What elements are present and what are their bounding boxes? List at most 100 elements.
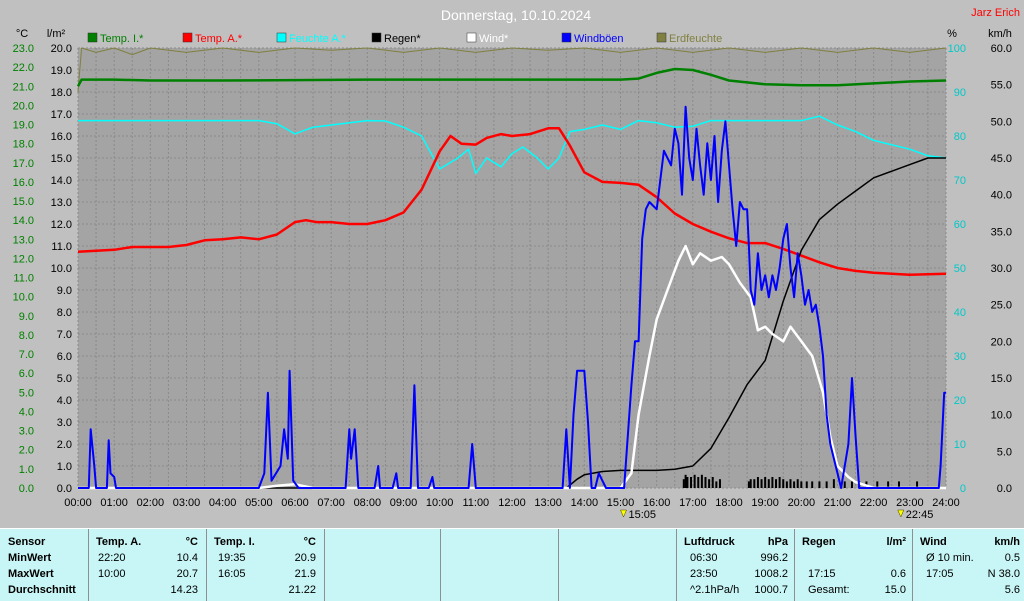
marker-label: 22:45: [906, 509, 934, 521]
legend-label: Feuchte A.*: [289, 33, 347, 45]
rain-bar: [686, 477, 689, 488]
temp-tick-label: 21.0: [13, 81, 34, 93]
chart-title: Donnerstag, 10.10.2024: [441, 7, 591, 23]
legend-swatch: [182, 32, 193, 43]
legend-swatch: [87, 32, 98, 43]
x-tick-label: 10:00: [426, 497, 454, 509]
temp-tick-label: 14.0: [13, 215, 34, 227]
x-tick-label: 05:00: [245, 497, 273, 509]
rain-bar: [690, 477, 693, 488]
x-tick-label: 11:00: [462, 497, 489, 509]
pct-tick-label: 80: [954, 131, 966, 143]
x-tick-label: 15:00: [607, 497, 635, 509]
wind-unit-label: km/h: [988, 28, 1012, 40]
pct-tick-label: 20: [954, 395, 966, 407]
weather-chart: 00:00 01:00 02:00 03:00 04:00 05:00 06:00 07:00…: [0, 0, 1024, 528]
temp_i-header: Temp. I.: [214, 536, 255, 548]
pressure-header: Luftdruck: [684, 536, 735, 548]
legend-swatch: [276, 32, 287, 43]
pct-tick-label: 50: [954, 263, 966, 275]
rain-bar: [764, 477, 767, 488]
temp-tick-label: 3.0: [19, 426, 34, 438]
temp-tick-label: 12.0: [13, 253, 34, 265]
divider: [440, 529, 441, 601]
rain-tick-label: 8.0: [57, 307, 72, 319]
x-tick-label: 13:00: [534, 497, 562, 509]
rain-bar: [711, 477, 714, 488]
rain-bar: [793, 481, 796, 488]
wind-value: 5.6: [1004, 584, 1020, 596]
pressure-value: 1000.7: [754, 584, 788, 596]
temp-tick-label: 20.0: [13, 100, 34, 112]
rain-bar: [747, 481, 750, 488]
wind-unit: km/h: [994, 536, 1020, 548]
divider: [88, 529, 89, 601]
pressure-time: 06:30: [690, 552, 718, 564]
rain-tick-label: 10.0: [51, 263, 72, 275]
x-tick-label: 23:00: [896, 497, 924, 509]
temp_a-value: 14.23: [170, 584, 198, 596]
rain-tick-label: 15.0: [51, 153, 72, 165]
pct-tick-label: 90: [954, 87, 966, 99]
pct-tick-label: 60: [954, 219, 966, 231]
x-tick-label: 09:00: [390, 497, 418, 509]
legend-label: Temp. I.*: [100, 33, 144, 45]
rain-bar: [785, 481, 788, 488]
x-tick-label: 14:00: [571, 497, 599, 509]
wind-time: 17:05: [926, 568, 954, 580]
legend-swatch: [466, 32, 477, 43]
pct-tick-label: 70: [954, 175, 966, 187]
wind-tick-label: 50.0: [991, 116, 1012, 128]
temp_a-unit: °C: [185, 536, 198, 548]
station-name: Jarz Erich: [971, 7, 1020, 19]
rain-tick-label: 12.0: [51, 219, 72, 231]
rain-time: Gesamt:: [808, 584, 850, 596]
pct-tick-label: 40: [954, 307, 966, 319]
rain-tick-label: 4.0: [57, 395, 72, 407]
x-tick-label: 06:00: [281, 497, 309, 509]
rain-bar: [800, 481, 803, 488]
temp-tick-label: 11.0: [13, 273, 34, 285]
rain-bar: [715, 481, 718, 488]
rain-bar: [825, 481, 828, 488]
x-tick-label: 08:00: [354, 497, 382, 509]
wind-value: N 38.0: [987, 568, 1020, 580]
temp-tick-label: 2.0: [19, 445, 34, 457]
legend-swatch: [656, 32, 667, 43]
rain-tick-label: 14.0: [51, 175, 72, 187]
rain-tick-label: 9.0: [57, 285, 72, 297]
rain-bar: [771, 477, 774, 488]
rain-tick-label: 18.0: [51, 87, 72, 99]
x-tick-label: 02:00: [137, 497, 165, 509]
pressure-value: 996.2: [760, 552, 788, 564]
wind-tick-label: 35.0: [991, 226, 1012, 238]
rain-tick-label: 19.0: [51, 65, 72, 77]
rain-bar: [753, 479, 756, 488]
rain-unit-label: l/m²: [47, 28, 66, 40]
rain-tick-label: 20.0: [51, 43, 72, 55]
temp-unit-label: °C: [16, 28, 28, 40]
wind-tick-label: 45.0: [991, 153, 1012, 165]
temp-tick-label: 5.0: [19, 387, 34, 399]
temp_a-time: 22:20: [98, 552, 126, 564]
wind-tick-label: 15.0: [991, 373, 1012, 385]
temp_a-value: 20.7: [176, 568, 198, 580]
rain-unit: l/m²: [886, 536, 906, 548]
rain-bar: [760, 479, 763, 488]
legend-swatch: [371, 32, 382, 43]
x-tick-label: 01:00: [100, 497, 128, 509]
rain-bar: [697, 477, 700, 488]
rain-header: Regen: [802, 536, 836, 548]
rain-tick-label: 2.0: [57, 439, 72, 451]
rain-bar: [756, 477, 759, 488]
temp_i-value: 21.22: [288, 584, 316, 596]
wind-time: Ø 10 min.: [926, 552, 974, 564]
wind-tick-label: 20.0: [991, 336, 1012, 348]
legend-label: Wind*: [479, 33, 509, 45]
legend-swatch: [561, 32, 572, 43]
temp-tick-label: 9.0: [19, 311, 34, 323]
rain-bar: [782, 479, 785, 488]
rain-bar: [749, 479, 752, 488]
rain-bar: [843, 481, 846, 488]
temp-tick-label: 10.0: [13, 292, 34, 304]
